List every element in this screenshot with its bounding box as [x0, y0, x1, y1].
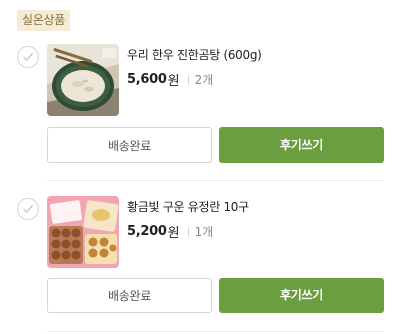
check-icon: [23, 53, 34, 62]
delivered-button[interactable]: 배송완료: [47, 278, 212, 313]
product-quantity: 2개: [194, 73, 214, 87]
divider: [187, 226, 189, 237]
product-name[interactable]: 황금빛 구운 유정란 10구: [127, 198, 249, 215]
write-review-button[interactable]: 후기쓰기: [219, 278, 384, 313]
item-divider: [47, 180, 384, 181]
select-checkbox[interactable]: [17, 198, 39, 220]
roasted-eggs-image: [47, 196, 119, 268]
divider: [187, 74, 189, 85]
section-badge: 실온상품: [17, 10, 70, 31]
delivered-button[interactable]: 배송완료: [47, 127, 212, 163]
product-name[interactable]: 우리 한우 진한곰탕 (600g): [127, 46, 262, 63]
product-price: 5,600: [127, 72, 167, 87]
check-icon: [23, 205, 34, 214]
product-thumbnail[interactable]: [47, 196, 119, 268]
product-quantity: 1개: [194, 225, 214, 239]
product-price: 5,200: [127, 224, 167, 239]
price-row: 5,200 원 1개: [127, 222, 213, 241]
select-checkbox[interactable]: [17, 46, 39, 68]
beef-soup-bowl-image: [47, 44, 119, 116]
price-row: 5,600 원 2개: [127, 70, 213, 89]
currency-unit: 원: [167, 74, 180, 89]
currency-unit: 원: [167, 226, 180, 241]
product-thumbnail[interactable]: [47, 44, 119, 116]
write-review-button[interactable]: 후기쓰기: [219, 127, 384, 163]
item-divider: [47, 331, 384, 332]
order-items-page: 실온상품 우리 한우 진한곰탕 (600g) 5,600 원 2개 배송완료 후…: [0, 0, 400, 334]
